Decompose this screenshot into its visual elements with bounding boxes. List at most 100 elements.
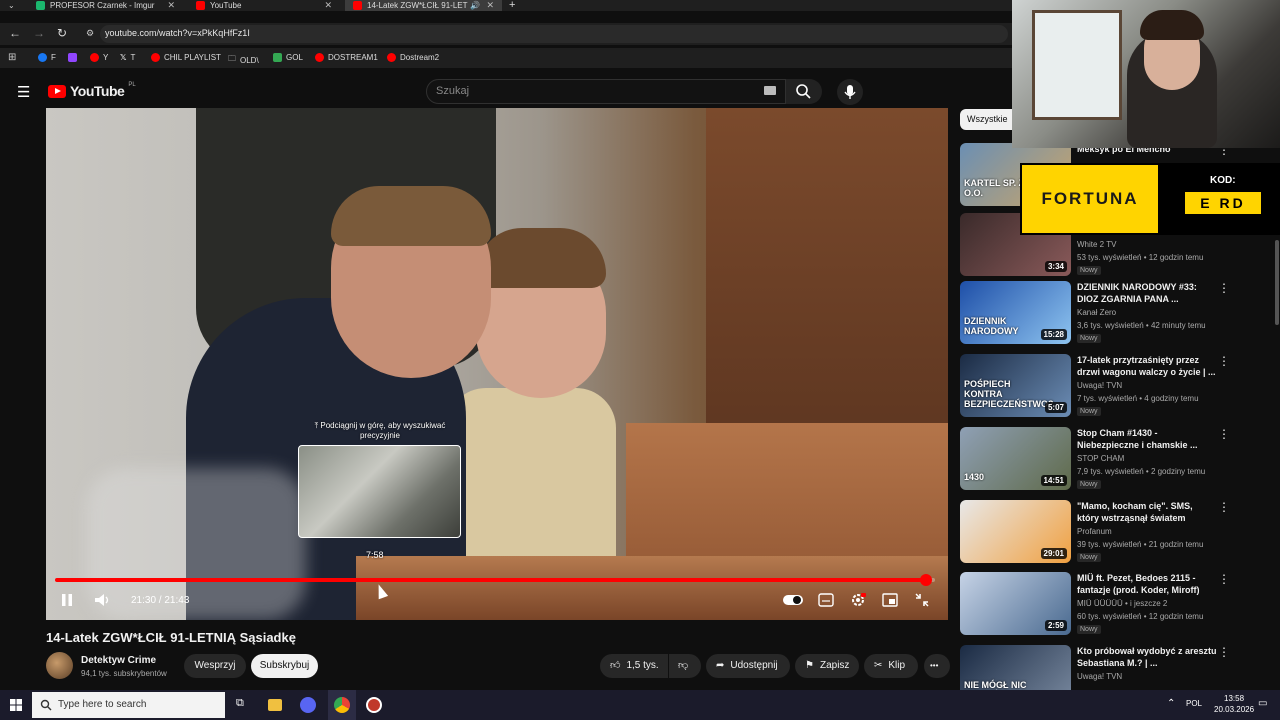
keyboard-icon[interactable] bbox=[764, 86, 776, 95]
youtube-icon bbox=[315, 53, 324, 62]
chrome-icon[interactable] bbox=[334, 697, 350, 713]
share-button[interactable]: ➦ Udostępnij bbox=[706, 654, 790, 678]
recommended-video-title[interactable]: Stop Cham #1430 - Niebezpieczne i chamsk… bbox=[1077, 427, 1217, 451]
channel-avatar[interactable] bbox=[46, 652, 73, 679]
time-display: 21:30 / 21:43 bbox=[131, 595, 190, 606]
reload-icon[interactable]: ↻ bbox=[57, 26, 67, 40]
search-button[interactable] bbox=[786, 79, 822, 104]
recommended-channel-name[interactable]: Profanum bbox=[1077, 527, 1112, 536]
recommended-video-title[interactable]: MIÜ ft. Pezet, Bedoes 2115 - fantazje (p… bbox=[1077, 572, 1217, 596]
youtube-play-logo-icon bbox=[48, 84, 66, 98]
video-thumbnail[interactable]: 2:59 bbox=[960, 572, 1071, 635]
bookmark-chil-playlist[interactable]: CHIL PLAYLIST bbox=[151, 53, 221, 62]
taskbar-search-input[interactable]: Type here to search bbox=[32, 692, 225, 718]
more-options-icon[interactable]: ⋮ bbox=[1218, 354, 1230, 368]
video-frame-table bbox=[356, 556, 948, 620]
search-input[interactable] bbox=[426, 79, 786, 104]
video-player[interactable] bbox=[46, 108, 948, 620]
bookmark-youtube[interactable]: Y bbox=[90, 53, 108, 62]
more-options-icon[interactable]: ⋮ bbox=[1218, 572, 1230, 586]
site-info-icon[interactable]: ⚙ bbox=[86, 28, 94, 39]
video-duration: 5:07 bbox=[1044, 402, 1067, 413]
sidebar-scrollbar[interactable] bbox=[1275, 240, 1279, 325]
recommended-video[interactable]: POŚPIECH KONTRA BEZPIECZEŃSTWO? 5:07 17-la… bbox=[960, 354, 1280, 418]
clip-button[interactable]: ✂ Klip bbox=[864, 654, 918, 678]
back-arrow-icon[interactable]: ← bbox=[9, 26, 21, 40]
recommended-video[interactable]: 2:59 MIÜ ft. Pezet, Bedoes 2115 - fantazj… bbox=[960, 572, 1280, 636]
file-explorer-icon[interactable] bbox=[268, 699, 282, 711]
system-clock[interactable]: 13:58 20.03.2026 bbox=[1214, 693, 1254, 715]
filter-chip-all[interactable]: Wszystkie bbox=[960, 109, 1020, 130]
autoplay-toggle[interactable] bbox=[782, 593, 804, 607]
recording-app-icon[interactable] bbox=[366, 697, 382, 713]
bookmark-x[interactable]: 𝕏T bbox=[120, 53, 135, 62]
recommended-video-title[interactable]: Kto próbował wydobyć z aresztu Sebastian… bbox=[1077, 645, 1217, 669]
x-logo-icon: 𝕏 bbox=[120, 53, 127, 62]
bookmark-dostream1[interactable]: DOSTREAM1 bbox=[315, 53, 378, 62]
tab-current-video[interactable]: 14-Latek ZGW*ŁCIŁ 91-LET 🔊 ✕ bbox=[345, 0, 502, 11]
recommended-channel-name[interactable]: MIÜ ÜÜÜÜÜ • i jeszcze 2 bbox=[1077, 599, 1167, 608]
tab-youtube[interactable]: YouTube ✕ bbox=[188, 0, 340, 11]
video-thumbnail[interactable]: 29:01 bbox=[960, 500, 1071, 563]
save-button[interactable]: ⚑ Zapisz bbox=[795, 654, 859, 678]
hamburger-menu-icon[interactable]: ☰ bbox=[17, 83, 30, 101]
notifications-icon[interactable]: ▭ bbox=[1258, 698, 1267, 709]
more-actions-button[interactable]: ••• bbox=[924, 654, 950, 678]
volume-icon[interactable] bbox=[94, 593, 112, 607]
pause-button[interactable] bbox=[60, 593, 74, 607]
audio-playing-icon[interactable]: 🔊 bbox=[470, 0, 480, 11]
discord-icon[interactable] bbox=[300, 697, 316, 713]
tab-list-chevron-icon[interactable]: ⌄ bbox=[8, 0, 15, 11]
video-thumbnail[interactable]: POŚPIECH KONTRA BEZPIECZEŃSTWO? 5:07 bbox=[960, 354, 1071, 417]
like-button[interactable]: 👍︎ 1,5 tys. bbox=[600, 654, 668, 678]
close-tab-icon[interactable]: ✕ bbox=[167, 0, 175, 11]
settings-gear-icon[interactable] bbox=[850, 592, 866, 608]
tab-imgur[interactable]: PROFESOR Czarnek - Imgur ✕ bbox=[28, 0, 183, 11]
share-arrow-icon: ➦ bbox=[716, 660, 725, 671]
subscribe-button[interactable]: Subskrybuj bbox=[251, 654, 318, 678]
more-options-icon[interactable]: ⋮ bbox=[1218, 427, 1230, 441]
recommended-video-title[interactable]: 17-latek przytrzaśnięty przez drzwi wago… bbox=[1077, 354, 1217, 378]
bookmark-gol[interactable]: GOL bbox=[273, 53, 303, 62]
bookmark-old-folder[interactable]: 🗀 OLD\ bbox=[228, 53, 259, 67]
recommended-channel-name[interactable]: White 2 TV bbox=[1077, 240, 1116, 249]
more-options-icon[interactable]: ⋮ bbox=[1218, 500, 1230, 514]
recommended-video-title[interactable]: DZIENNIK NARODOWY #33: DIOZ ZGARNIA PANA… bbox=[1077, 281, 1217, 305]
recommended-video-meta: 3,6 tys. wyświetleń • 42 minuty temu bbox=[1077, 321, 1206, 330]
recommended-video[interactable]: DZIENNIK NARODOWY 15:28 DZIENNIK NARODOWY … bbox=[960, 281, 1280, 345]
url-text[interactable]: youtube.com/watch?v=xPkKqHfFz1I bbox=[105, 28, 250, 38]
new-tab-button[interactable]: + bbox=[509, 0, 515, 11]
bookmark-facebook[interactable]: F bbox=[38, 53, 56, 62]
apps-grid-icon[interactable]: ⊞ bbox=[8, 52, 16, 63]
recommended-video[interactable]: 29:01 "Mamo, kocham cię". SMS, który wstr… bbox=[960, 500, 1280, 564]
video-thumbnail[interactable]: DZIENNIK NARODOWY 15:28 bbox=[960, 281, 1071, 344]
channel-name[interactable]: Detektyw Crime bbox=[81, 655, 156, 666]
support-button[interactable]: Wesprzyj bbox=[184, 654, 246, 678]
recommended-video-title[interactable]: "Mamo, kocham cię". SMS, który wstrząsną… bbox=[1077, 500, 1217, 524]
video-thumbnail[interactable]: 1430 14:51 bbox=[960, 427, 1071, 490]
sponsor-banner: FORTUNA KOD: E RD bbox=[1020, 163, 1280, 235]
recommended-channel-name[interactable]: Uwaga! TVN bbox=[1077, 672, 1122, 681]
subtitles-icon[interactable] bbox=[818, 593, 834, 607]
close-tab-icon[interactable]: ✕ bbox=[486, 0, 494, 11]
more-options-icon[interactable]: ⋮ bbox=[1218, 281, 1230, 295]
fullscreen-exit-icon[interactable] bbox=[915, 593, 929, 607]
language-indicator[interactable]: POL bbox=[1186, 699, 1202, 708]
recommended-channel-name[interactable]: STOP CHAM bbox=[1077, 454, 1124, 463]
dislike-button[interactable]: 👎︎ bbox=[669, 654, 701, 678]
miniplayer-icon[interactable] bbox=[882, 593, 898, 607]
voice-search-button[interactable] bbox=[837, 79, 863, 105]
windows-start-icon[interactable] bbox=[10, 699, 22, 711]
close-tab-icon[interactable]: ✕ bbox=[324, 0, 332, 11]
recommended-video[interactable]: 1430 14:51 Stop Cham #1430 - Niebezpieczne… bbox=[960, 427, 1280, 491]
recommended-channel-name[interactable]: Kanał Zero bbox=[1077, 308, 1116, 317]
tray-chevron-icon[interactable]: ⌃ bbox=[1167, 698, 1175, 709]
recommended-channel-name[interactable]: Uwaga! TVN bbox=[1077, 381, 1122, 390]
bookmark-twitch[interactable] bbox=[68, 53, 77, 62]
task-view-icon[interactable]: ⧉ bbox=[236, 697, 244, 710]
youtube-logo[interactable]: YouTube PL bbox=[48, 82, 136, 99]
bookmark-dostream2[interactable]: Dostream2 bbox=[387, 53, 439, 62]
more-options-icon[interactable]: ⋮ bbox=[1218, 645, 1230, 659]
clock-time: 13:58 bbox=[1224, 694, 1245, 703]
forward-arrow-icon[interactable]: → bbox=[33, 26, 45, 40]
